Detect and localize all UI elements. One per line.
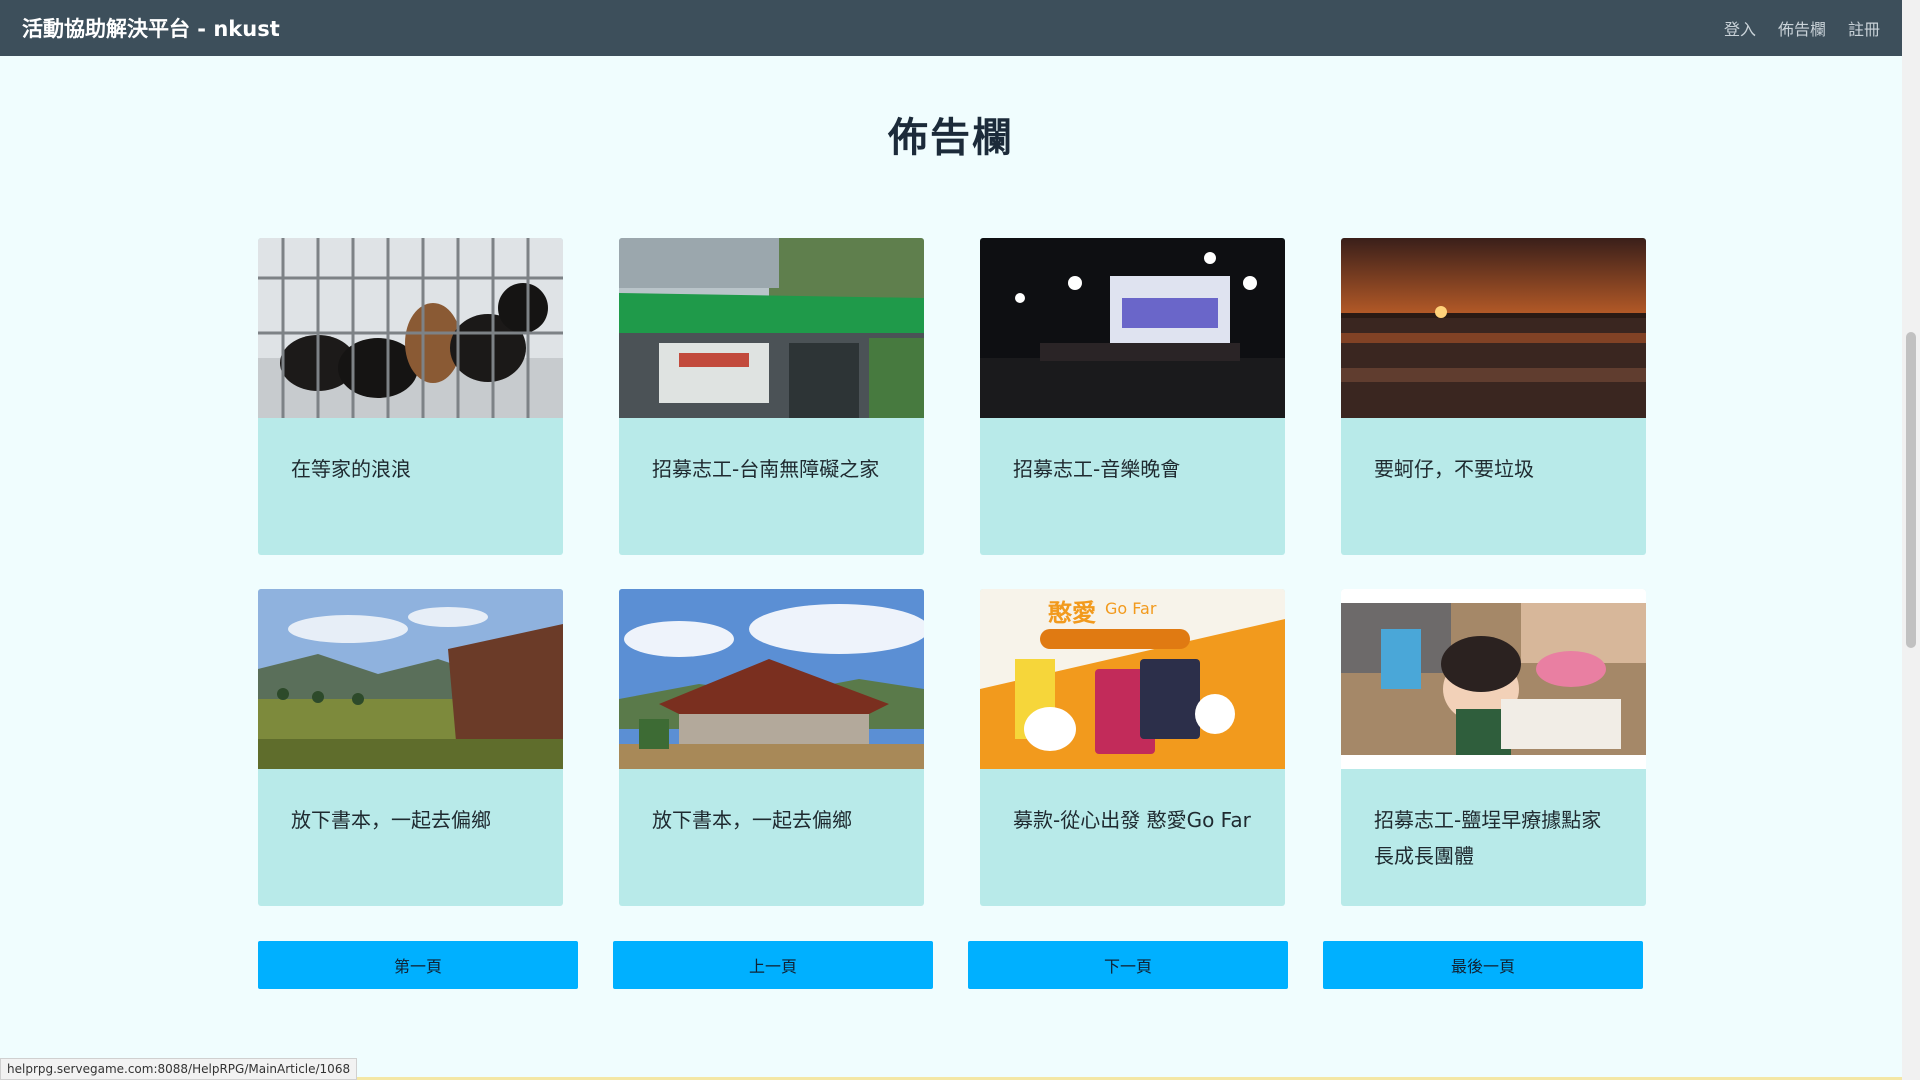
- children-classroom-photo: [1341, 589, 1646, 769]
- card-title: 招募志工-鹽埕早療據點家長成長團體: [1374, 808, 1602, 868]
- page-scrollbar[interactable]: [1902, 0, 1920, 1080]
- article-card[interactable]: 憨愛 Go Far 募款-從心出發 憨愛Go Far: [980, 589, 1285, 906]
- nav-register-link[interactable]: 註冊: [1848, 16, 1880, 40]
- article-card[interactable]: 招募志工-音樂晚會: [980, 238, 1285, 555]
- card-title: 招募志工-台南無障礙之家: [652, 457, 880, 481]
- tainan-government-home-entrance-photo: [619, 238, 924, 418]
- article-card[interactable]: 招募志工-台南無障礙之家: [619, 238, 924, 555]
- wooden-pavilion-photo: [619, 589, 924, 769]
- puppies-in-cage-photo: [258, 238, 563, 418]
- card-title: 在等家的浪浪: [291, 457, 411, 481]
- card-title: 要蚵仔，不要垃圾: [1374, 457, 1534, 481]
- pagination: 第一頁 上一頁 下一頁 最後一頁: [258, 941, 1643, 989]
- nav-login-link[interactable]: 登入: [1724, 16, 1756, 40]
- card-title: 募款-從心出發 憨愛Go Far: [1013, 808, 1251, 832]
- nav-links: 登入 佈告欄 註冊: [1724, 16, 1880, 40]
- mountain-lawn-building-photo: [258, 589, 563, 769]
- sunset-over-sea-photo: [1341, 238, 1646, 418]
- article-card[interactable]: 放下書本，一起去偏鄉: [619, 589, 924, 906]
- poster-subhead: Go Far: [1105, 599, 1157, 618]
- article-grid: 在等家的浪浪 招募志工-台南無障礙之家 招募志工-音樂晚會 要蚵仔，不要垃圾 放…: [258, 238, 1646, 906]
- browser-status-bar: helprpg.servegame.com:8088/HelpRPG/MainA…: [0, 1058, 358, 1080]
- article-card[interactable]: 招募志工-鹽埕早療據點家長成長團體: [1341, 589, 1646, 906]
- card-title: 放下書本，一起去偏鄉: [652, 808, 852, 832]
- go-far-cups-poster: 憨愛 Go Far: [980, 589, 1285, 769]
- top-navbar: 活動協助解決平台 - nkust 登入 佈告欄 註冊: [0, 0, 1902, 56]
- page-title: 佈告欄: [888, 115, 1014, 161]
- last-page-button[interactable]: 最後一頁: [1323, 941, 1643, 989]
- article-card[interactable]: 放下書本，一起去偏鄉: [258, 589, 563, 906]
- scrollbar-thumb[interactable]: [1906, 332, 1916, 648]
- next-page-button[interactable]: 下一頁: [968, 941, 1288, 989]
- article-card[interactable]: 要蚵仔，不要垃圾: [1341, 238, 1646, 555]
- nav-board-link[interactable]: 佈告欄: [1778, 16, 1826, 40]
- night-concert-stage-photo: [980, 238, 1285, 418]
- card-title: 放下書本，一起去偏鄉: [291, 808, 491, 832]
- first-page-button[interactable]: 第一頁: [258, 941, 578, 989]
- card-title: 招募志工-音樂晚會: [1013, 457, 1181, 481]
- previous-page-button[interactable]: 上一頁: [613, 941, 933, 989]
- site-brand[interactable]: 活動協助解決平台 - nkust: [22, 13, 280, 43]
- article-card[interactable]: 在等家的浪浪: [258, 238, 563, 555]
- poster-headline: 憨愛: [1048, 599, 1096, 627]
